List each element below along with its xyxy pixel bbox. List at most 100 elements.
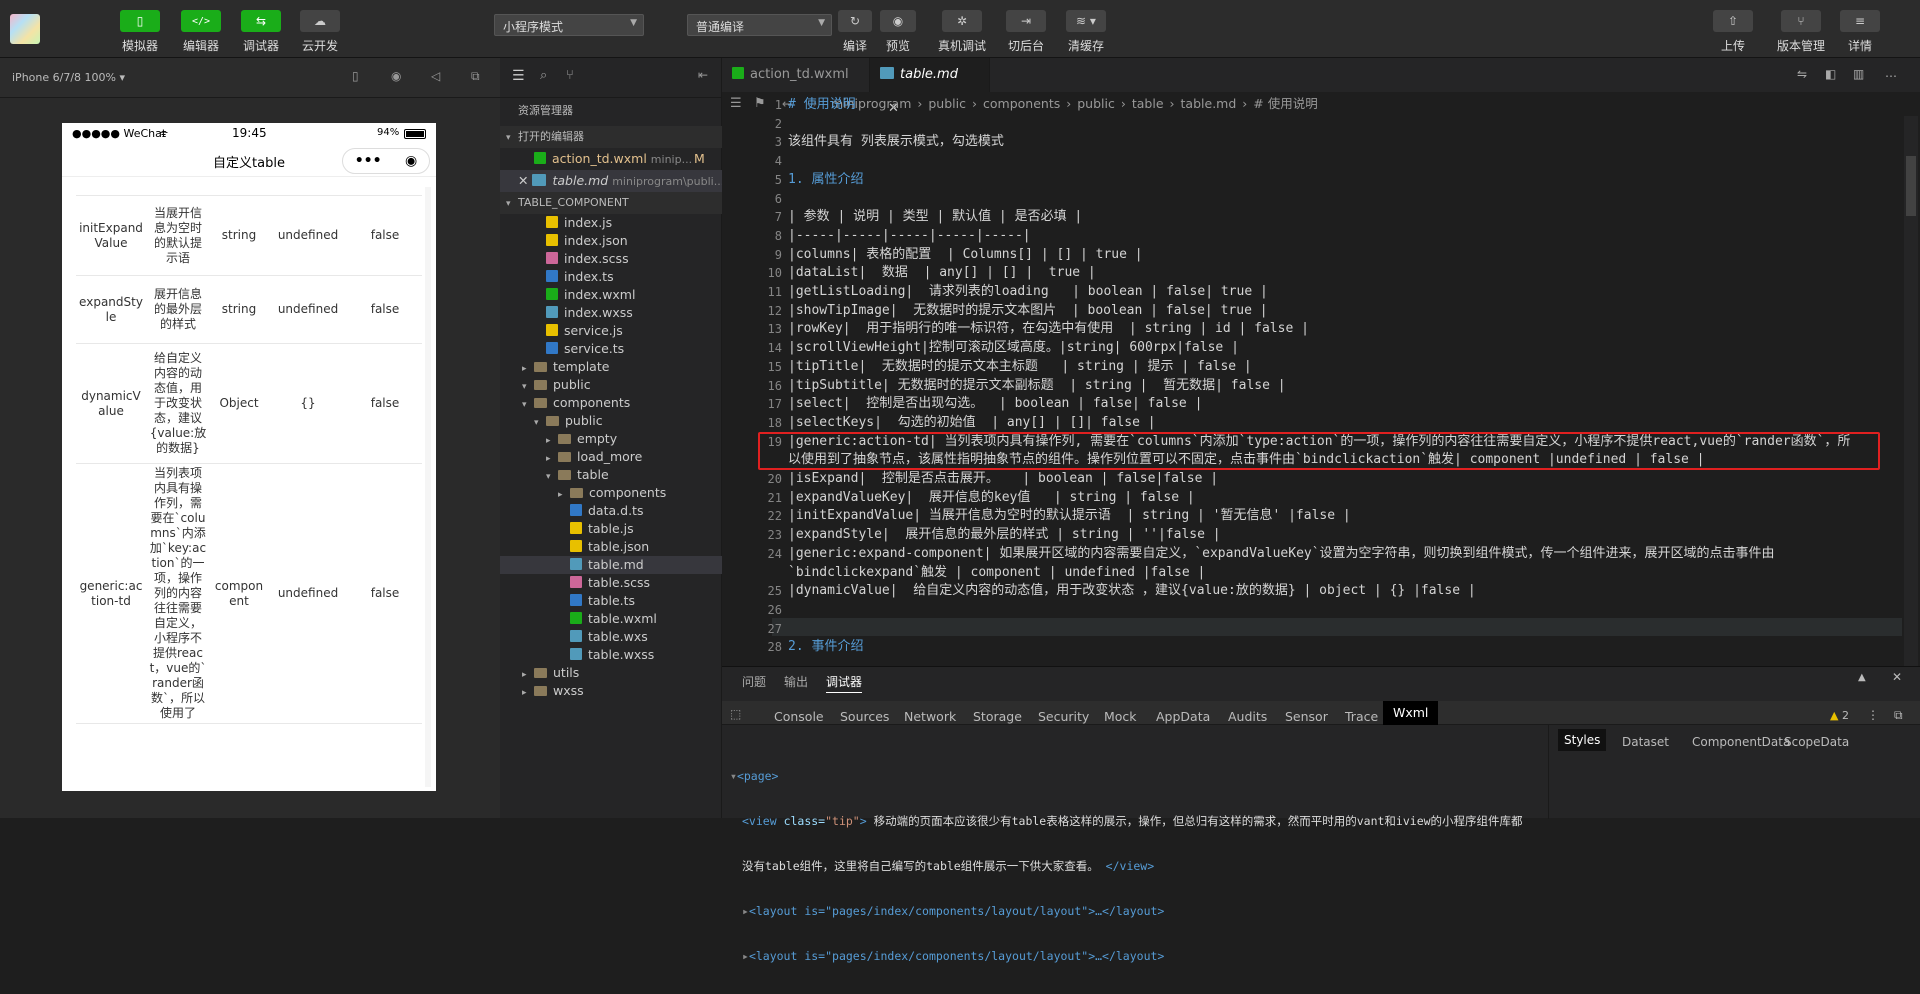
file-item[interactable]: service.js [500,322,722,340]
code-line[interactable]: |-----|-----|-----|-----|-----| [788,227,1031,245]
folder-item[interactable]: ▾ components [500,394,722,412]
xml-layout-2[interactable]: ▸<layout is="pages/index/components/layo… [730,949,1523,964]
code-line[interactable]: |initExpandValue| 当展开信息为空时的默认提示语 | strin… [788,507,1351,525]
code-line[interactable]: |expandValueKey| 展开信息的key值 | string | fa… [788,489,1195,507]
file-item[interactable]: table.ts [500,592,722,610]
sound-icon[interactable]: ◁ [431,69,440,83]
search-icon[interactable]: ⌕ [540,68,547,83]
folder-item[interactable]: ▾ public [500,376,722,394]
popout-icon[interactable]: ⧉ [471,69,480,84]
real-debug-button[interactable]: ✲ 真机调试 [938,10,986,54]
tab-debugger[interactable]: 调试器 [826,673,863,693]
folder-item[interactable]: ▸ empty [500,430,722,448]
tab-trace[interactable]: Trace [1345,709,1378,724]
open-editors-header[interactable]: ▾ 打开的编辑器 [500,126,722,148]
files-icon[interactable]: ☰ [512,68,525,84]
avatar[interactable] [10,14,40,44]
file-item[interactable]: table.wxss [500,646,722,664]
upload-button[interactable]: ⇧ 上传 [1713,10,1753,54]
folder-item[interactable]: ▸ load_more [500,448,722,466]
tab-action-td[interactable]: action_td.wxml [722,58,870,92]
tab-security[interactable]: Security [1038,709,1089,724]
code-line[interactable]: `bindclickexpand`触发 | component | undefi… [788,564,1205,582]
file-item[interactable]: index.ts [500,268,722,286]
folder-item[interactable]: ▸ wxss [500,682,722,700]
folder-item[interactable]: ▸ template [500,358,722,376]
code-line[interactable]: 1. 属性介绍 [788,171,863,189]
details-button[interactable]: ≡ 详情 [1840,10,1880,54]
tab-audits[interactable]: Audits [1228,709,1267,724]
code-line[interactable]: |showTipImage| 无数据时的提示文本图片 | boolean | f… [788,302,1268,320]
tab-wxml[interactable]: Wxml [1383,701,1439,725]
file-item[interactable]: service.ts [500,340,722,358]
file-item[interactable]: index.json [500,232,722,250]
breadcrumb-item[interactable]: public [1077,96,1115,111]
chevron-up-icon[interactable]: ▲ [1858,672,1866,683]
source-control-icon[interactable]: ⑂ [566,68,574,83]
mode-select[interactable]: 小程序模式 ▼ [494,14,644,36]
phone-icon[interactable]: ▯ [352,69,359,83]
close-icon[interactable]: ✕ [1892,670,1902,684]
folder-item[interactable]: ▸ utils [500,664,722,682]
breadcrumb-item[interactable]: components [983,96,1060,111]
breadcrumb-item[interactable]: public [928,96,966,111]
file-item[interactable]: index.scss [500,250,722,268]
background-button[interactable]: ⇥ 切后台 [1006,10,1046,54]
tab-dataset[interactable]: Dataset [1622,735,1669,749]
debugger-button[interactable]: ⇆ 调试器 [241,10,281,54]
editor-scrollbar[interactable] [1904,116,1918,666]
version-button[interactable]: ⑂ 版本管理 [1777,10,1825,54]
code-line[interactable]: |isExpand| 控制是否点击展开。 | boolean | false|f… [788,470,1218,488]
tab-componentdata[interactable]: ComponentData [1692,735,1790,749]
code-line[interactable]: |scrollViewHeight|控制可滚动区域高度。|string| 600… [788,339,1239,357]
xml-view[interactable]: <view class="tip"> 移动端的页面本应该很少有table表格这样… [730,814,1523,829]
device-select[interactable]: iPhone 6/7/8 100% ▾ [12,71,125,84]
inspect-icon[interactable]: ⬚ [730,707,741,721]
tab-appdata[interactable]: AppData [1156,709,1210,724]
file-item[interactable]: table.wxml [500,610,722,628]
tab-styles[interactable]: Styles [1558,729,1607,751]
folder-item[interactable]: ▾ table [500,466,722,484]
tab-problems[interactable]: 问题 [742,673,766,690]
open-preview-icon[interactable]: ◧ [1825,67,1836,81]
breadcrumb-item[interactable]: table [1132,96,1164,111]
breadcrumb-item[interactable]: # 使用说明 [1253,96,1317,111]
dock-icon[interactable]: ⧉ [1894,708,1903,723]
scrollbar[interactable] [425,187,431,787]
breadcrumb-item[interactable]: table.md [1181,96,1237,111]
tab-network[interactable]: Network [904,709,956,724]
tab-mock[interactable]: Mock [1104,709,1137,724]
close-icon[interactable]: ✕ [518,173,528,188]
collapse-panel-icon[interactable]: ⇤ [698,68,708,82]
code-line[interactable]: |dynamicValue| 给自定义内容的动态值，用于改变状态 ，建议{val… [788,582,1476,600]
code-line[interactable]: |expandStyle| 展开信息的最外层的样式 | string | ''|… [788,526,1221,544]
more-icon[interactable]: ••• [355,153,382,169]
xml-page[interactable]: ▾<page> [730,769,1523,784]
tab-sensor[interactable]: Sensor [1285,709,1328,724]
tab-sources[interactable]: Sources [840,709,889,724]
compile-button[interactable]: ↻ 编译 [838,10,872,54]
code-line[interactable]: |tipSubtitle| 无数据时的提示文本副标题 | string | 暂无… [788,377,1286,395]
warning-icon[interactable]: ▲ 2 [1830,709,1849,722]
tab-output[interactable]: 输出 [784,673,808,690]
code-line[interactable]: |tipTitle| 无数据时的提示文本主标题 | string | 提示 | … [788,358,1252,376]
file-item[interactable]: index.js [500,214,722,232]
open-file-table-md[interactable]: ✕ table.md miniprogram\publi... [500,170,724,192]
more-actions-icon[interactable]: … [1885,66,1897,80]
code-line[interactable]: | 参数 | 说明 | 类型 | 默认值 | 是否必填 | [788,208,1082,226]
code-line[interactable]: |columns| 表格的配置 | Columns[] | [] | true … [788,246,1143,264]
code-line[interactable]: |generic:expand-component| 如果展开区域的内容需要自定… [788,545,1775,563]
editor-button[interactable]: </> 编辑器 [181,10,221,54]
code-line[interactable]: |rowKey| 用于指明行的唯一标识符，在勾选中有使用 | string | … [788,320,1309,338]
file-item[interactable]: table.wxs [500,628,722,646]
file-item[interactable]: table.json [500,538,722,556]
file-item[interactable]: data.d.ts [500,502,722,520]
code-line[interactable]: |select| 控制是否出现勾选。 | boolean | false| fa… [788,395,1202,413]
compare-icon[interactable]: ⇋ [1797,67,1807,81]
file-item[interactable]: table.js [500,520,722,538]
tab-scopedata[interactable]: ScopeData [1784,735,1849,749]
code-line[interactable]: 该组件具有 列表展示模式，勾选模式 [788,133,1004,151]
tab-storage[interactable]: Storage [973,709,1022,724]
more-vert-icon[interactable]: ⋮ [1867,708,1879,722]
split-editor-icon[interactable]: ▥ [1853,67,1864,81]
